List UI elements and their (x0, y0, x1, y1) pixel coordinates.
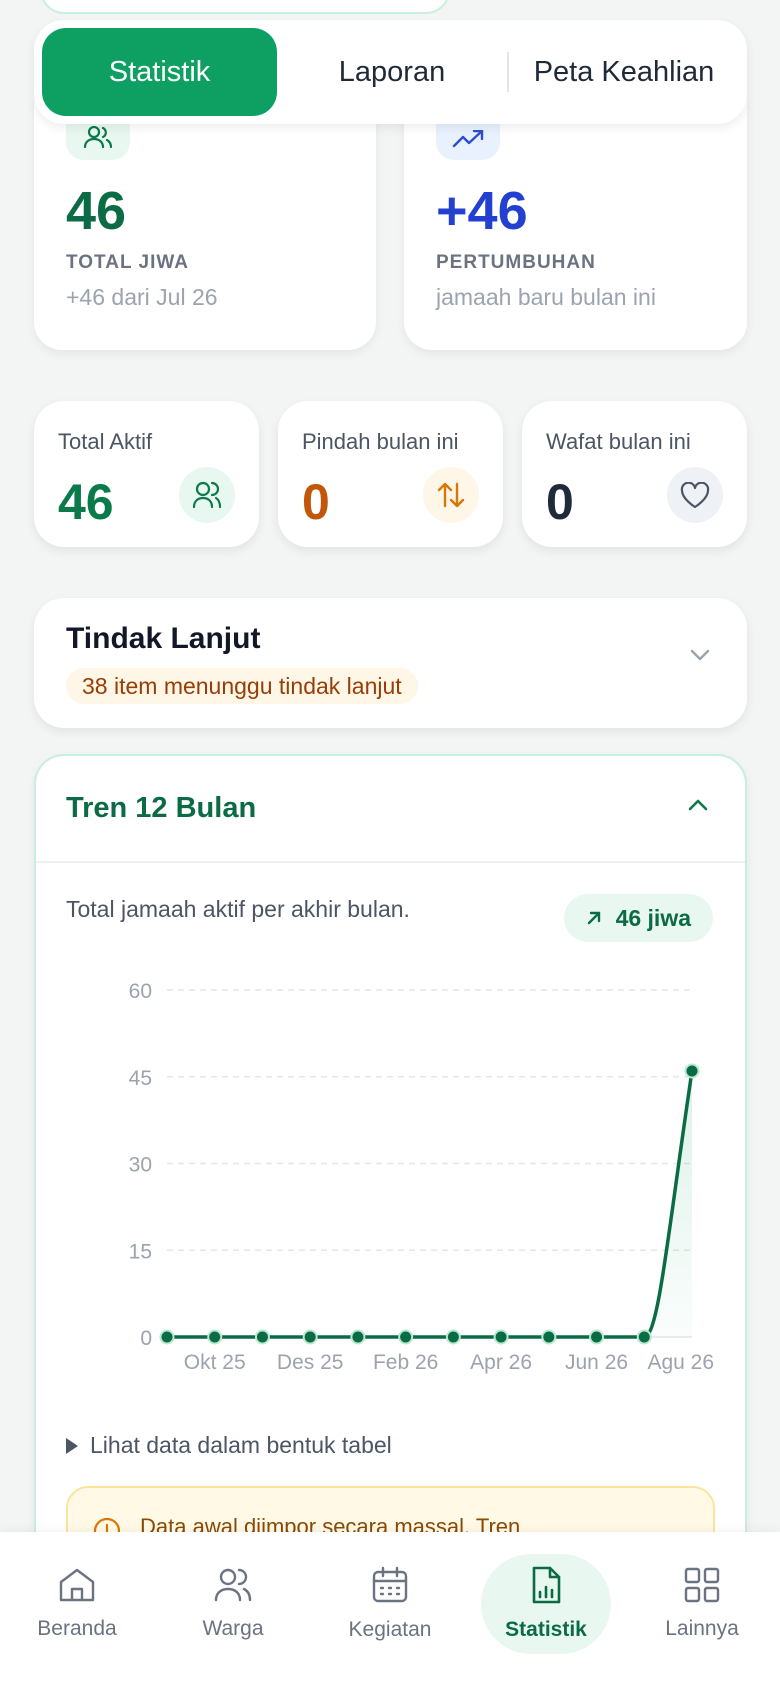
wafat-label: Wafat bulan ini (546, 429, 691, 454)
bottom-nav: Beranda Warga Kegiatan Statistik Lainnya (0, 1532, 780, 1688)
x-tick-label: Des 25 (277, 1351, 344, 1374)
pertumbuhan-card: +46 PERTUMBUHAN jamaah baru bulan ini (404, 98, 747, 350)
y-tick-label: 45 (129, 1067, 152, 1090)
nav-lainnya-label: Lainnya (665, 1617, 739, 1640)
x-tick-label: Feb 26 (373, 1351, 438, 1374)
nav-beranda-label: Beranda (37, 1617, 117, 1640)
nav-statistik-label: Statistik (505, 1618, 587, 1641)
nav-warga[interactable]: Warga (168, 1554, 298, 1654)
x-tick-label: Jun 26 (565, 1351, 628, 1374)
data-point (493, 1329, 509, 1345)
table-toggle-link[interactable]: Lihat data dalam bentuk tabel (66, 1432, 392, 1459)
total-jiwa-sub: +46 dari Jul 26 (66, 284, 218, 310)
data-point (207, 1329, 223, 1345)
heart-icon (667, 467, 723, 523)
table-toggle-label: Lihat data dalam bentuk tabel (90, 1432, 392, 1458)
nav-lainnya[interactable]: Lainnya (637, 1554, 767, 1654)
series-line (167, 1070, 694, 1339)
data-point (254, 1329, 270, 1345)
pindah-card: Pindah bulan ini 0 (278, 401, 503, 547)
tindak-lanjut-card[interactable]: Tindak Lanjut 38 item menunggu tindak la… (34, 598, 747, 728)
pindah-label: Pindah bulan ini (302, 429, 459, 454)
users-icon (179, 467, 235, 523)
series-area (167, 1070, 692, 1337)
nav-kegiatan[interactable]: Kegiatan (325, 1554, 455, 1654)
nav-beranda[interactable]: Beranda (12, 1554, 142, 1654)
data-point (350, 1329, 366, 1345)
nav-kegiatan-label: Kegiatan (348, 1618, 432, 1641)
data-point (302, 1329, 318, 1345)
wafat-card: Wafat bulan ini 0 (522, 401, 747, 547)
total-jiwa-card: 46 TOTAL JIWA +46 dari Jul 26 (34, 98, 376, 350)
grid-icon (684, 1567, 720, 1609)
y-tick-label: 15 (129, 1240, 152, 1263)
chevron-down-icon[interactable] (689, 648, 711, 667)
total-aktif-label: Total Aktif (58, 429, 153, 454)
triangle-right-icon (66, 1437, 78, 1454)
pertumbuhan-value: +46 (436, 181, 528, 241)
home-icon (58, 1567, 96, 1609)
pindah-value: 0 (302, 474, 330, 530)
tindak-lanjut-badge: 38 item menunggu tindak lanjut (66, 668, 418, 704)
data-point (398, 1329, 414, 1345)
y-tick-label: 60 (129, 980, 152, 1003)
y-tick-label: 0 (140, 1327, 152, 1350)
wafat-value: 0 (546, 474, 574, 530)
tindak-lanjut-title: Tindak Lanjut (66, 622, 261, 655)
x-tick-label: Okt 25 (184, 1351, 246, 1374)
users-icon (214, 1567, 252, 1609)
data-point (589, 1329, 605, 1345)
view-tabs: Statistik Laporan Peta Keahlian (34, 20, 747, 124)
nav-warga-label: Warga (202, 1617, 264, 1640)
chart-icon (529, 1566, 563, 1610)
total-jiwa-value: 46 (66, 181, 127, 241)
x-tick-label: Agu 26 (647, 1351, 714, 1374)
data-point (159, 1329, 175, 1345)
data-point (636, 1329, 652, 1345)
x-tick-label: Apr 26 (470, 1351, 532, 1374)
pertumbuhan-sub: jamaah baru bulan ini (436, 284, 656, 310)
pertumbuhan-label: PERTUMBUHAN (436, 252, 596, 273)
total-aktif-card: Total Aktif 46 (34, 401, 259, 547)
y-tick-label: 30 (129, 1154, 152, 1177)
arrows-up-down-icon (423, 467, 479, 523)
tab-statistik[interactable]: Statistik (42, 28, 277, 116)
tab-peta-keahlian[interactable]: Peta Keahlian (509, 28, 739, 116)
calendar-icon (371, 1566, 409, 1610)
data-point (684, 1063, 700, 1079)
data-point (445, 1329, 461, 1345)
data-point (541, 1329, 557, 1345)
nav-statistik[interactable]: Statistik (481, 1554, 611, 1654)
previous-card-edge (40, 0, 450, 14)
total-aktif-value: 46 (58, 474, 114, 530)
total-jiwa-label: TOTAL JIWA (66, 252, 189, 273)
trend-chart: 0 15 30 45 60 Okt 25 Des 25 Feb 26 Apr 26 Jun 26 A… (129, 980, 714, 1374)
tab-laporan[interactable]: Laporan (277, 28, 507, 116)
